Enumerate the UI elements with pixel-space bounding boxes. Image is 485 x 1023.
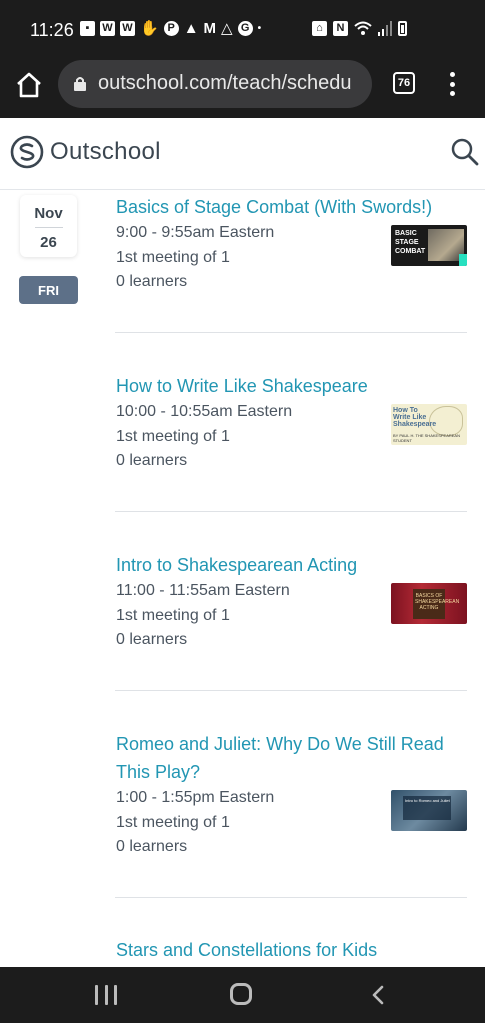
class-learners: 0 learners xyxy=(116,273,188,290)
tab-switcher-button[interactable]: 76 xyxy=(393,72,415,94)
home-button-icon[interactable] xyxy=(230,983,252,1005)
class-learners: 0 learners xyxy=(116,631,188,648)
system-icons: ⌂ N xyxy=(312,21,407,36)
date-month: Nov xyxy=(34,205,63,222)
address-bar[interactable]: outschool.com/teach/schedu xyxy=(58,60,372,108)
chat-icon: ▪ xyxy=(80,21,95,36)
class-title-link[interactable]: Romeo and Juliet: Why Do We Still Read xyxy=(116,730,467,758)
class-learners: 0 learners xyxy=(116,838,188,855)
nfc-icon: ⌂ xyxy=(312,21,327,36)
outschool-logo-icon[interactable] xyxy=(10,135,44,169)
browser-toolbar: outschool.com/teach/schedu 76 xyxy=(0,58,485,118)
gmail-icon: M xyxy=(203,20,217,37)
status-bar: 11:26 ▪ W W ✋ P ▲ M △ G • ⌂ N xyxy=(0,0,485,58)
class-thumbnail[interactable]: BASICS OF SHAKESPEAREAN ACTING xyxy=(391,583,467,624)
status-time: 11:26 xyxy=(30,20,74,40)
divider xyxy=(115,332,467,333)
thumb-text: Write Like xyxy=(393,414,427,421)
signal-icon xyxy=(378,21,392,36)
thumb-text: How To xyxy=(393,407,418,414)
divider xyxy=(115,690,467,691)
n-icon: N xyxy=(333,21,348,36)
schedule-list: Nov 26 FRI Basics of Stage Combat (With … xyxy=(0,190,485,967)
class-learners: 0 learners xyxy=(116,452,188,469)
site-header: Outschool xyxy=(0,118,485,190)
thumb-accent xyxy=(459,254,467,266)
class-item: Romeo and Juliet: Why Do We Still Read T… xyxy=(116,730,467,860)
home-icon[interactable] xyxy=(14,70,44,100)
dot-icon: • xyxy=(257,22,262,34)
thumb-text: STAGE xyxy=(395,239,419,246)
class-title-link[interactable]: Intro to Shakespearean Acting xyxy=(116,551,467,579)
thumb-text: Intro to Romeo and Juliet xyxy=(405,798,450,803)
thumb-text: ACTING xyxy=(419,605,439,611)
divider xyxy=(115,511,467,512)
class-title-link[interactable]: How to Write Like Shakespeare xyxy=(116,372,467,400)
url-text[interactable]: outschool.com/teach/schedu xyxy=(98,72,352,95)
class-thumbnail[interactable]: How To Write Like Shakespeare BY PAUL H.… xyxy=(391,404,467,445)
lock-icon xyxy=(74,77,86,91)
class-item: Intro to Shakespearean Acting 11:00 - 11… xyxy=(116,551,467,653)
drive-icon: △ xyxy=(221,20,233,37)
recent-apps-icon[interactable] xyxy=(95,985,117,1005)
weekday-badge: FRI xyxy=(19,276,78,304)
wifi-icon xyxy=(354,21,372,35)
class-title-link[interactable]: Basics of Stage Combat (With Swords!) xyxy=(116,193,467,221)
class-thumbnail[interactable]: Intro to Romeo and Juliet xyxy=(391,790,467,831)
divider xyxy=(115,897,467,898)
date-day: 26 xyxy=(40,234,57,251)
thumb-text: BASIC xyxy=(395,230,417,237)
class-thumbnail[interactable]: BASIC STAGE COMBAT xyxy=(391,225,467,266)
system-nav-bar xyxy=(0,967,485,1023)
class-title-link[interactable]: Stars and Constellations for Kids xyxy=(116,936,467,964)
search-icon[interactable] xyxy=(450,137,480,167)
back-icon[interactable] xyxy=(369,985,389,1005)
class-item: How to Write Like Shakespeare 10:00 - 10… xyxy=(116,372,467,474)
w-icon: W xyxy=(120,21,135,36)
logo-text[interactable]: Outschool xyxy=(50,138,161,166)
class-item: Basics of Stage Combat (With Swords!) 9:… xyxy=(116,193,467,295)
thumb-text: COMBAT xyxy=(395,248,426,255)
class-title-link[interactable]: This Play? xyxy=(116,758,467,786)
w-icon: W xyxy=(100,21,115,36)
thumb-text: Shakespeare xyxy=(393,421,437,428)
overflow-menu-icon[interactable] xyxy=(446,72,458,96)
thumb-subtext: BY PAUL H. THE SHAKESPEAREAN STUDENT xyxy=(393,433,460,443)
notification-icons: ▪ W W ✋ P ▲ M △ G • xyxy=(80,21,261,36)
class-item: Stars and Constellations for Kids xyxy=(116,936,467,964)
hand-icon: ✋ xyxy=(140,20,159,37)
warning-icon: ▲ xyxy=(183,20,199,37)
date-divider xyxy=(34,227,63,228)
battery-icon xyxy=(398,21,407,36)
pinterest-icon: P xyxy=(163,21,179,36)
google-icon: G xyxy=(237,21,253,36)
date-card: Nov 26 xyxy=(20,195,77,257)
